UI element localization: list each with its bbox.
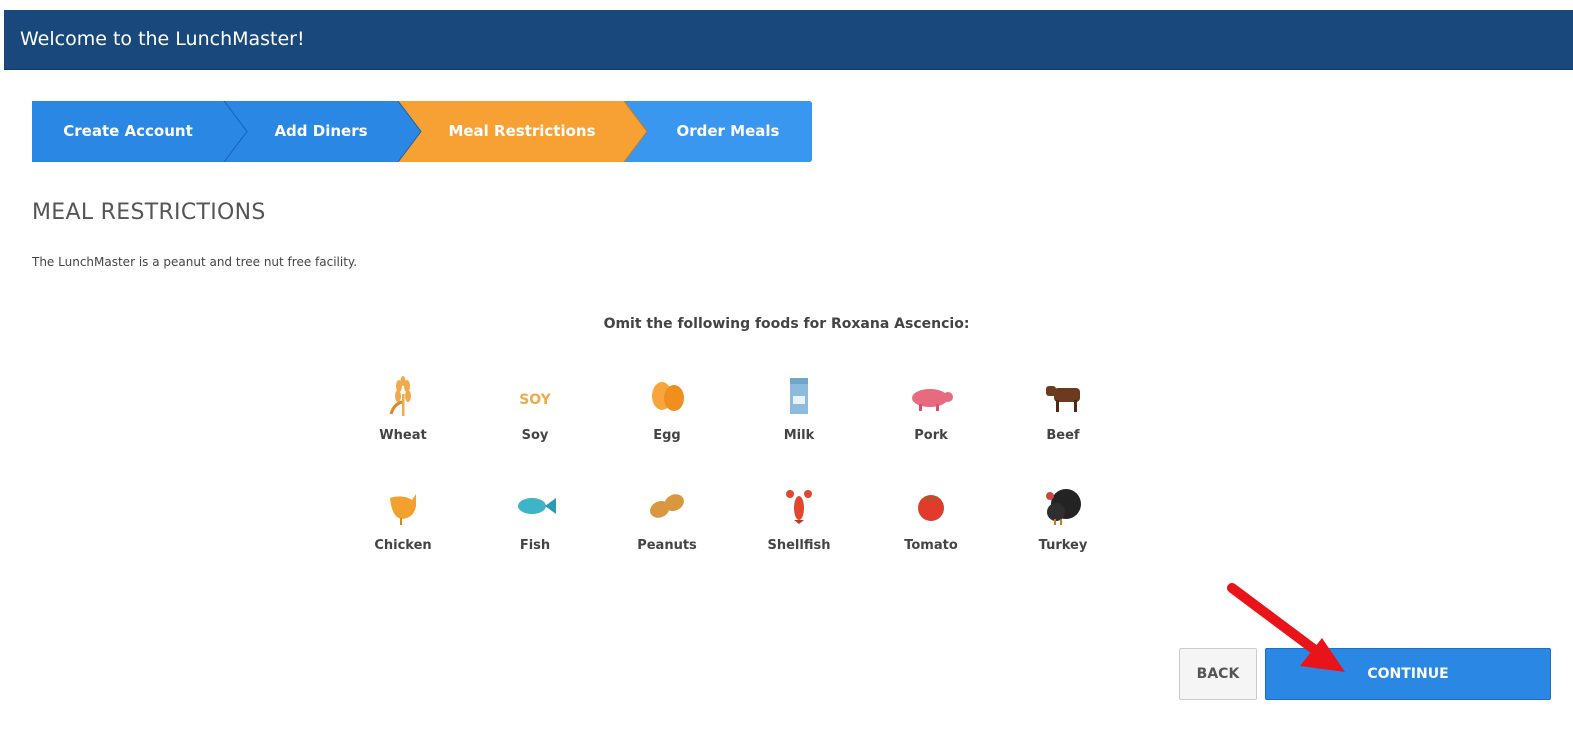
- food-shellfish[interactable]: Shellfish: [754, 486, 844, 568]
- wheat-icon: [389, 376, 411, 416]
- step-order-meals[interactable]: Order Meals: [644, 101, 812, 162]
- food-soy[interactable]: SOY Soy: [490, 376, 580, 458]
- food-label: Pork: [914, 428, 948, 443]
- food-label: Fish: [519, 538, 551, 553]
- food-chicken[interactable]: Chicken: [358, 486, 448, 568]
- step-meal-restrictions[interactable]: Meal Restrictions: [417, 101, 627, 162]
- wizard-steps: Create Account Add Diners Meal Restricti…: [32, 101, 812, 162]
- pig-icon: [912, 389, 953, 411]
- food-turkey[interactable]: Turkey: [1018, 486, 1108, 568]
- soy-icon: SOY: [519, 392, 551, 408]
- food-peanuts[interactable]: Peanuts: [622, 486, 712, 568]
- food-milk[interactable]: Milk: [754, 376, 844, 458]
- cow-icon: [1046, 386, 1080, 412]
- food-tomato[interactable]: Tomato: [886, 486, 976, 568]
- food-label: Shellfish: [767, 538, 831, 553]
- food-label: Milk: [783, 428, 815, 443]
- fish-icon: [518, 498, 556, 514]
- step-add-diners[interactable]: Add Diners: [242, 101, 400, 162]
- food-wheat[interactable]: Wheat: [358, 376, 448, 458]
- omit-foods-label: Omit the following foods for Roxana Asce…: [603, 316, 970, 332]
- lobster-icon: [786, 490, 812, 524]
- food-label: Peanuts: [637, 538, 697, 553]
- turkey-icon: [1046, 489, 1081, 525]
- page-title: Welcome to the LunchMaster!: [20, 28, 305, 50]
- food-label: Wheat: [379, 428, 427, 443]
- food-egg[interactable]: Egg: [622, 376, 712, 458]
- food-beef[interactable]: Beef: [1018, 376, 1108, 458]
- step-create-account[interactable]: Create Account: [32, 101, 224, 162]
- facility-note: The LunchMaster is a peanut and tree nut…: [32, 255, 358, 269]
- food-fish[interactable]: Fish: [490, 486, 580, 568]
- egg-icon: [652, 382, 684, 411]
- food-label: Turkey: [1038, 538, 1088, 553]
- food-label: Chicken: [374, 538, 432, 553]
- chicken-icon: [390, 494, 416, 525]
- peanut-icon: [650, 494, 684, 518]
- soy-icon-text: SOY: [519, 392, 551, 408]
- food-label: Egg: [653, 428, 681, 443]
- red-arrow-annotation: [1227, 583, 1345, 672]
- tomato-icon: [918, 495, 944, 521]
- section-title: MEAL RESTRICTIONS: [32, 200, 266, 225]
- milk-carton-icon: [790, 378, 808, 414]
- food-label: Soy: [521, 428, 549, 443]
- app-header: Welcome to the LunchMaster!: [4, 10, 1573, 70]
- food-label: Tomato: [904, 538, 958, 553]
- food-pork[interactable]: Pork: [886, 376, 976, 458]
- food-label: Beef: [1046, 428, 1080, 443]
